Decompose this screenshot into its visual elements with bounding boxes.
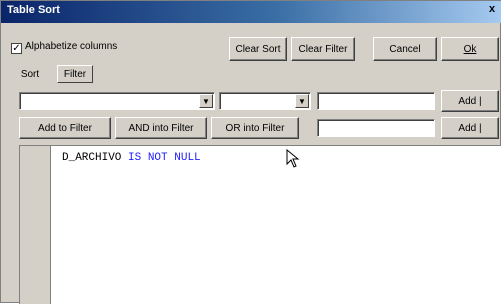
tab-filter[interactable]: Filter — [57, 65, 93, 83]
clear-sort-button[interactable]: Clear Sort — [229, 37, 287, 61]
mouse-pointer-icon — [286, 149, 300, 168]
filter-expression: D_ARCHIVO IS NOT NULL — [62, 152, 201, 164]
tab-sort[interactable]: Sort — [11, 65, 49, 83]
editor-gutter — [20, 146, 51, 304]
filter-condition: IS NOT NULL — [128, 152, 201, 164]
filter-column: D_ARCHIVO — [62, 152, 122, 164]
alphabetize-label: Alphabetize columns — [25, 41, 118, 52]
column-select[interactable]: ▼ — [19, 92, 215, 110]
add-button-1[interactable]: Add | — [441, 90, 499, 112]
chevron-down-icon[interactable]: ▼ — [199, 94, 213, 108]
close-button[interactable]: x — [489, 3, 501, 19]
table-sort-dialog: Table Sort x ✓ Alphabetize columns Clear… — [0, 0, 501, 304]
title-bar: Table Sort x — [1, 1, 501, 23]
filter-editor[interactable]: D_ARCHIVO IS NOT NULL — [19, 145, 501, 304]
add-to-filter-button[interactable]: Add to Filter — [19, 117, 111, 139]
chevron-down-icon[interactable]: ▼ — [295, 94, 309, 108]
ok-button[interactable]: Ok — [441, 37, 499, 61]
window-title: Table Sort — [7, 4, 60, 16]
add-button-2[interactable]: Add | — [441, 117, 499, 139]
second-value-field[interactable] — [317, 119, 435, 137]
cancel-button[interactable]: Cancel — [373, 37, 437, 61]
operator-select[interactable]: ▼ — [219, 92, 311, 110]
or-into-filter-button[interactable]: OR into Filter — [211, 117, 299, 139]
value-field[interactable] — [317, 92, 435, 110]
and-into-filter-button[interactable]: AND into Filter — [115, 117, 207, 139]
clear-filter-button[interactable]: Clear Filter — [291, 37, 355, 61]
alphabetize-checkbox[interactable]: ✓ — [11, 43, 22, 54]
